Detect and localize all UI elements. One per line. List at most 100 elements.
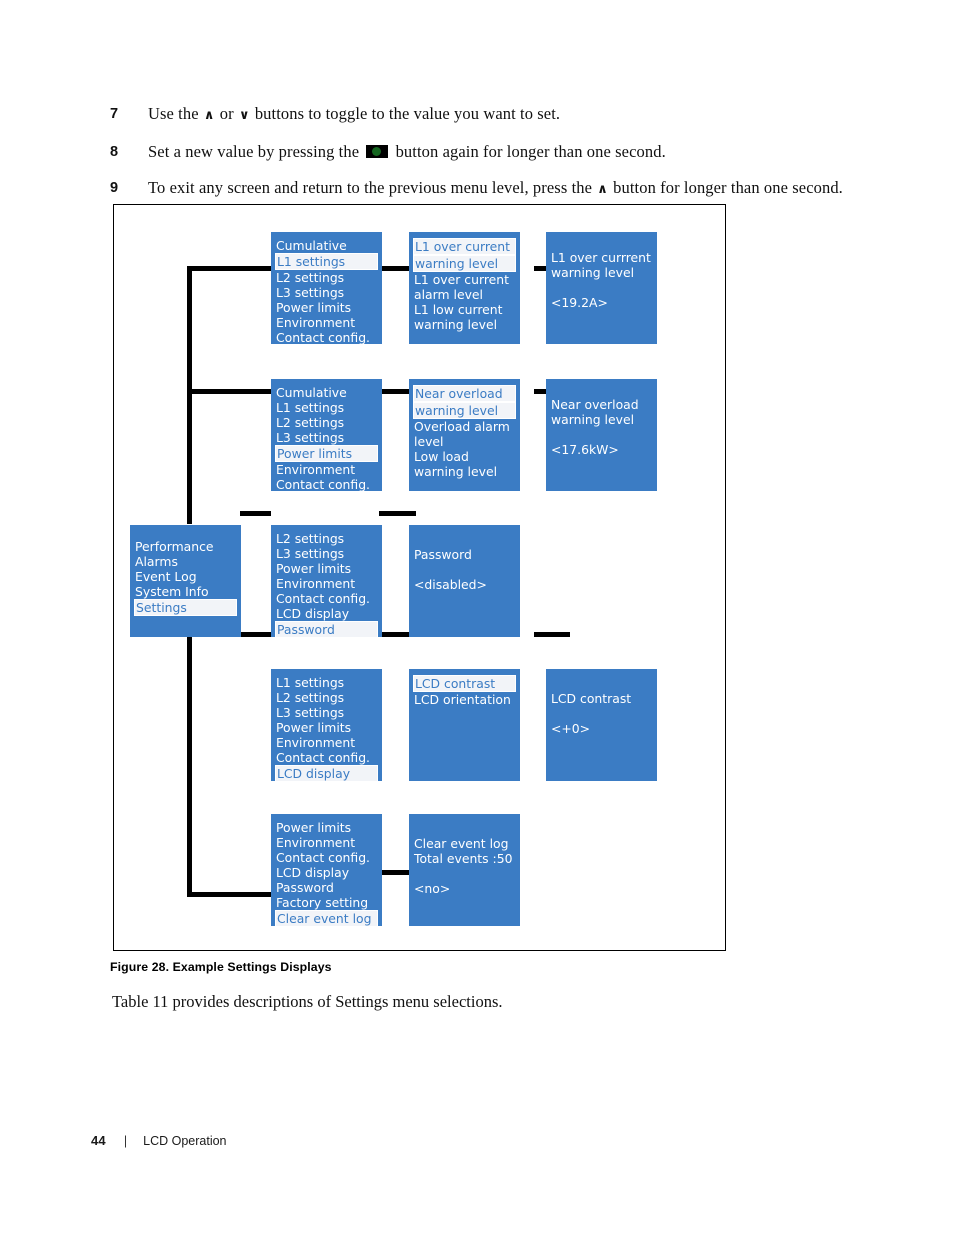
page-footer: 44 | LCD Operation: [91, 1133, 227, 1148]
row3-link-wire-a: [240, 511, 271, 516]
menu-item[interactable]: Clear event log: [409, 836, 520, 851]
menu-item[interactable]: <disabled>: [409, 577, 520, 592]
menu-item[interactable]: [409, 866, 520, 881]
menu-item[interactable]: Cumulative: [271, 385, 382, 400]
figure-following-text: Table 11 provides descriptions of Settin…: [112, 992, 503, 1011]
menu-item[interactable]: Power limits: [271, 720, 382, 735]
menu-item[interactable]: <no>: [409, 881, 520, 896]
menu-item[interactable]: Contact config.: [271, 750, 382, 765]
menu-item[interactable]: Password: [271, 880, 382, 895]
menu-item[interactable]: alarm level: [409, 287, 520, 302]
menu-item[interactable]: <19.2A>: [546, 295, 657, 310]
menu-item[interactable]: Contact config.: [271, 330, 382, 345]
step-number: 9: [110, 180, 119, 196]
menu-item[interactable]: warning level: [409, 464, 520, 479]
menu-item[interactable]: Environment: [271, 462, 382, 477]
menu-item[interactable]: Contact config.: [271, 850, 382, 865]
row1-branch-wire: [187, 266, 271, 271]
menu-item[interactable]: warning level: [546, 265, 657, 280]
menu-item[interactable]: <+0>: [546, 721, 657, 736]
menu-item[interactable]: L3 settings: [271, 285, 382, 300]
menu-item[interactable]: L1 over currrent: [546, 250, 657, 265]
menu-item[interactable]: Event Log: [130, 569, 241, 584]
menu-item[interactable]: Environment: [271, 735, 382, 750]
password-value-screen[interactable]: Password <disabled>: [409, 525, 520, 637]
menu-item-selected[interactable]: Clear event log: [275, 910, 378, 927]
menu-item[interactable]: Power limits: [271, 300, 382, 315]
menu-item[interactable]: LCD orientation: [409, 692, 520, 707]
menu-item[interactable]: Cumulative: [271, 238, 382, 253]
menu-item[interactable]: L3 settings: [271, 430, 382, 445]
menu-item[interactable]: Power limits: [271, 561, 382, 576]
menu-item[interactable]: Power limits: [271, 820, 382, 835]
menu-item[interactable]: level: [409, 434, 520, 449]
menu-item[interactable]: warning level: [409, 317, 520, 332]
menu-item[interactable]: Factory setting: [271, 895, 382, 910]
menu-item[interactable]: L1 over current: [409, 272, 520, 287]
trunk-vertical-wire: [187, 391, 192, 524]
menu-item[interactable]: [546, 427, 657, 442]
power-limits-menu-screen[interactable]: Cumulative L1 settings L2 settings L3 setti…: [271, 379, 382, 492]
menu-item-selected[interactable]: L1 over current: [413, 238, 516, 255]
overload-levels-screen[interactable]: Near overload warning level Overload alarm…: [409, 379, 520, 491]
lcd-contrast-value-screen[interactable]: LCD contrast <+0>: [546, 669, 657, 781]
menu-item[interactable]: L1 settings: [271, 675, 382, 690]
menu-item[interactable]: L3 settings: [271, 546, 382, 561]
menu-item[interactable]: Environment: [271, 315, 382, 330]
menu-item[interactable]: Near overload: [546, 397, 657, 412]
menu-item[interactable]: L2 settings: [271, 415, 382, 430]
menu-item[interactable]: Overload alarm: [409, 419, 520, 434]
menu-item-selected[interactable]: Password: [275, 621, 378, 638]
menu-item[interactable]: [409, 562, 520, 577]
menu-item[interactable]: L2 settings: [271, 531, 382, 546]
step-item: 7 Use the ∧ or ∨ buttons to toggle to th…: [110, 103, 870, 127]
menu-item[interactable]: [546, 706, 657, 721]
menu-item[interactable]: L3 settings: [271, 705, 382, 720]
lcd-display-menu-screen[interactable]: L1 settings L2 settings L3 settings Power l…: [271, 669, 382, 782]
trunk-vertical-wire: [187, 635, 192, 897]
menu-item[interactable]: warning level: [546, 412, 657, 427]
menu-item-selected[interactable]: Power limits: [275, 445, 378, 462]
menu-item[interactable]: <17.6kW>: [546, 442, 657, 457]
menu-item-selected[interactable]: L1 settings: [275, 253, 378, 270]
main-menu-screen[interactable]: Performance Alarms Event Log System Info Set…: [130, 525, 241, 637]
clear-event-log-value-screen[interactable]: Clear event log Total events :50 <no>: [409, 814, 520, 926]
menu-item-selected[interactable]: warning level: [413, 255, 516, 272]
menu-item[interactable]: Contact config.: [271, 477, 382, 492]
page-number: 44: [91, 1133, 106, 1148]
password-menu-screen[interactable]: L2 settings L3 settings Power limits Enviro…: [271, 525, 382, 638]
menu-item[interactable]: L1 settings: [271, 400, 382, 415]
l1-settings-menu-screen[interactable]: Cumulative L1 settings L2 settings L3 setti…: [271, 232, 382, 345]
menu-item[interactable]: Alarms: [130, 554, 241, 569]
lcd-contrast-menu-screen[interactable]: LCD contrast LCD orientation: [409, 669, 520, 781]
menu-item[interactable]: Low load: [409, 449, 520, 464]
menu-item[interactable]: Password: [409, 547, 520, 562]
menu-item-selected[interactable]: warning level: [413, 402, 516, 419]
menu-item[interactable]: Environment: [271, 835, 382, 850]
near-overload-warning-value-screen[interactable]: Near overload warning level <17.6kW>: [546, 379, 657, 491]
step-text: Use the ∧ or ∨ buttons to toggle to the …: [148, 104, 560, 123]
menu-item[interactable]: L2 settings: [271, 690, 382, 705]
menu-item-selected[interactable]: Settings: [134, 599, 237, 616]
menu-item[interactable]: System Info: [130, 584, 241, 599]
menu-item[interactable]: LCD display: [271, 865, 382, 880]
menu-item[interactable]: Total events :50: [409, 851, 520, 866]
clear-event-log-menu-screen[interactable]: Power limits Environment Contact config. LC…: [271, 814, 382, 927]
menu-item[interactable]: Environment: [271, 576, 382, 591]
menu-item[interactable]: L2 settings: [271, 270, 382, 285]
menu-item[interactable]: [546, 280, 657, 295]
menu-item[interactable]: Contact config.: [271, 591, 382, 606]
l1-current-levels-screen[interactable]: L1 over current warning level L1 over curr…: [409, 232, 520, 344]
menu-item[interactable]: LCD contrast: [546, 691, 657, 706]
menu-item[interactable]: LCD display: [271, 606, 382, 621]
menu-item[interactable]: L1 low current: [409, 302, 520, 317]
row2-branch-wire: [187, 389, 271, 394]
menu-item[interactable]: Performance: [130, 539, 241, 554]
figure-border: Cumulative L1 settings L2 settings L3 setti…: [113, 204, 726, 951]
step-number: 7: [110, 106, 119, 122]
select-button-icon: [366, 145, 389, 158]
l1-over-current-warning-value-screen[interactable]: L1 over currrent warning level <19.2A>: [546, 232, 657, 344]
menu-item-selected[interactable]: LCD display: [275, 765, 378, 782]
menu-item-selected[interactable]: Near overload: [413, 385, 516, 402]
menu-item-selected[interactable]: LCD contrast: [413, 675, 516, 692]
